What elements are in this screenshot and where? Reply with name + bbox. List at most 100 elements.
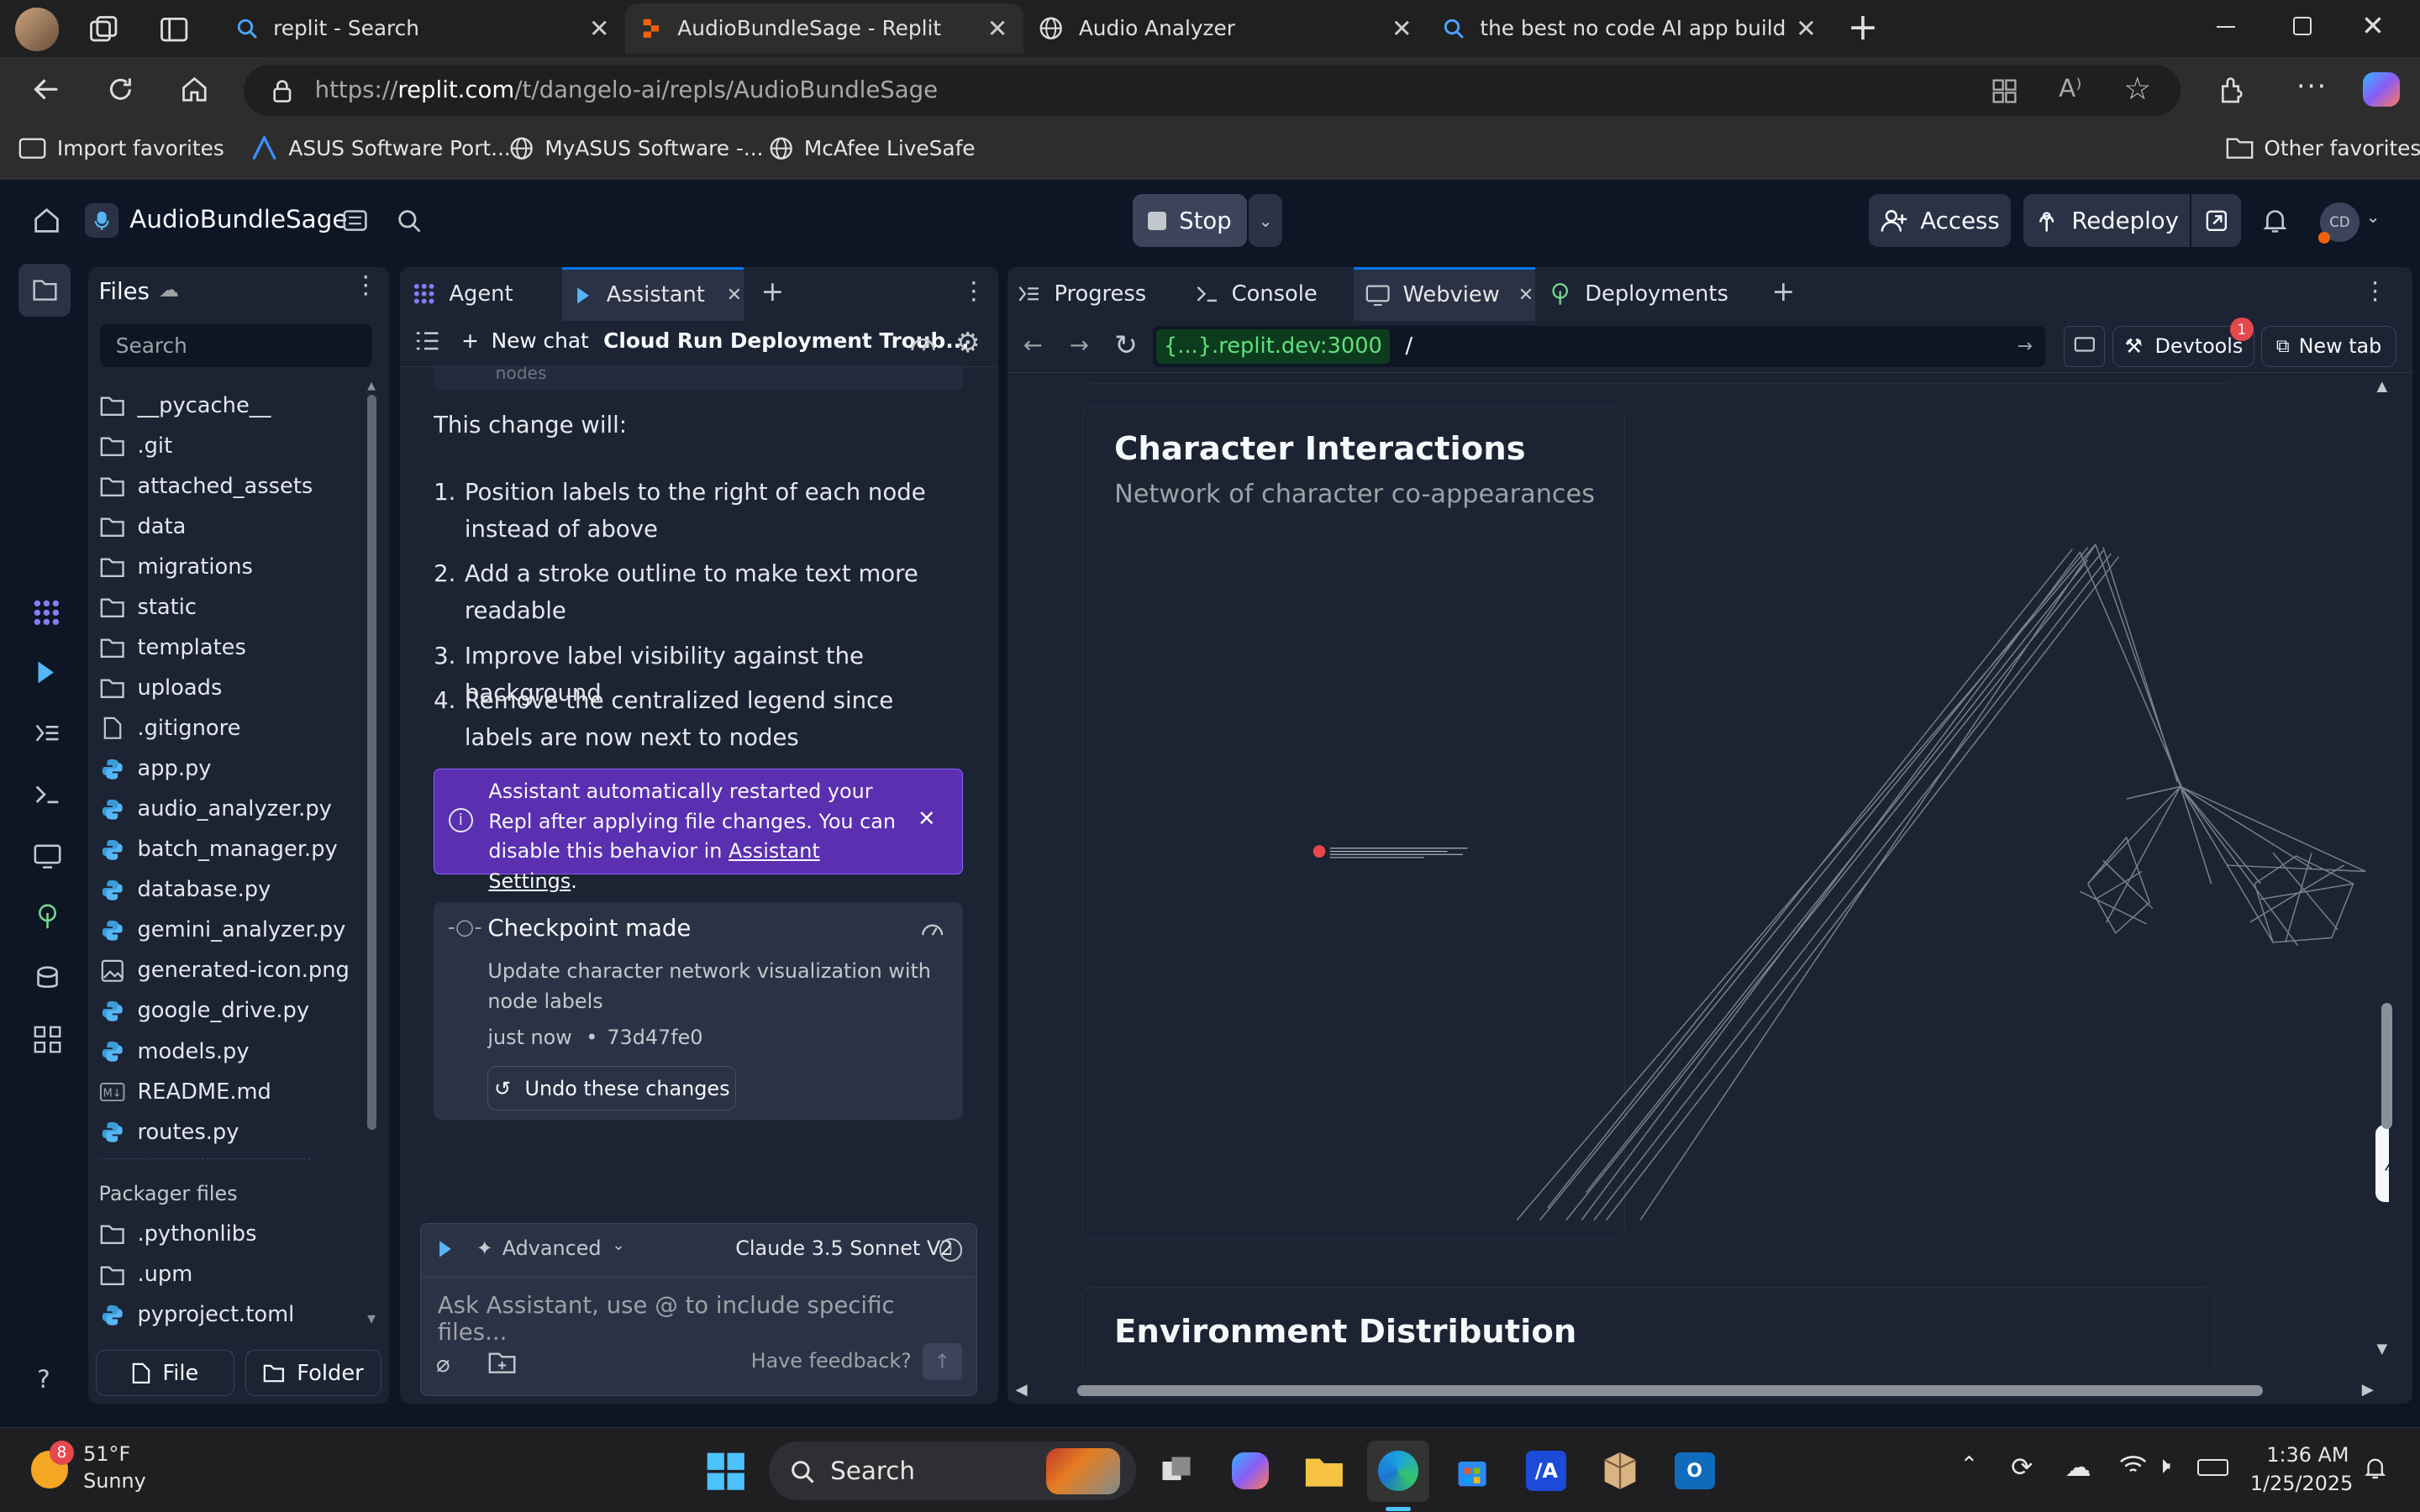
sync-icon[interactable]: ⟳ xyxy=(2011,1452,2033,1483)
file-item[interactable]: batch_manager.py xyxy=(100,831,338,868)
files-menu-icon[interactable]: ⋮ xyxy=(354,272,378,297)
favorite-star-icon[interactable]: ☆ xyxy=(2123,71,2151,107)
volume-icon[interactable]: 🕨 xyxy=(2156,1452,2170,1480)
wifi-icon[interactable] xyxy=(2119,1452,2147,1477)
webview-horizontal-scrollbar[interactable]: ◀ ▶ xyxy=(1016,1381,2374,1399)
access-button[interactable]: Access xyxy=(1869,194,2012,247)
chat-input[interactable]: Ask Assistant, use @ to include specific… xyxy=(438,1292,962,1346)
close-notice-icon[interactable]: ✕ xyxy=(918,806,936,832)
folder-item[interactable]: attached_assets xyxy=(100,468,313,505)
new-tab-plus-icon[interactable]: + xyxy=(1848,8,1879,46)
clock[interactable]: 1:36 AM 1/25/2025 xyxy=(2250,1441,2353,1497)
file-item[interactable]: pyproject.toml xyxy=(100,1296,294,1333)
scrollbar-thumb[interactable] xyxy=(367,395,377,1130)
scroll-left-arrow[interactable]: ◀ xyxy=(1016,1381,1028,1399)
browser-tab-replit-search[interactable]: replit - Search ✕ xyxy=(221,3,625,55)
checkpoint-hash[interactable]: 73d47fe0 xyxy=(607,1026,702,1049)
scroll-down-arrow[interactable]: ▼ xyxy=(2377,1341,2388,1357)
model-selector[interactable]: Claude 3.5 Sonnet V2 xyxy=(735,1236,953,1260)
tab-webview[interactable]: Webview ✕ xyxy=(1353,266,1536,322)
store-icon[interactable] xyxy=(1441,1441,1502,1502)
copilot-icon[interactable] xyxy=(2362,72,2401,107)
webview-tool-icon[interactable] xyxy=(34,844,61,869)
model-info-icon[interactable]: i xyxy=(939,1238,963,1262)
extensions-icon[interactable] xyxy=(2217,74,2248,105)
scroll-up-arrow[interactable]: ▲ xyxy=(367,380,380,392)
files-tool-icon[interactable] xyxy=(18,264,71,317)
minimize-icon[interactable] xyxy=(2216,26,2235,29)
close-tab-icon[interactable]: ✕ xyxy=(1392,14,1413,43)
notification-bell-icon[interactable] xyxy=(2363,1454,2387,1482)
start-windows-icon[interactable] xyxy=(695,1441,756,1502)
favorite-import[interactable]: Import favorites xyxy=(18,136,224,160)
close-tab-icon[interactable]: ✕ xyxy=(1796,14,1817,43)
workspaces-icon[interactable] xyxy=(87,13,120,46)
redeploy-button[interactable]: Redeploy xyxy=(2023,194,2191,247)
add-tab-plus-icon[interactable]: + xyxy=(760,275,784,307)
favorite-asus[interactable]: ASUS Software Port... xyxy=(250,135,511,160)
notifications-bell-icon[interactable] xyxy=(2261,207,2289,234)
settings-gear-icon[interactable]: ⚙ xyxy=(955,326,981,359)
back-arrow-icon[interactable]: ← xyxy=(1023,332,1043,359)
project-name[interactable]: AudioBundleSage xyxy=(129,205,347,234)
send-button[interactable]: ↑ xyxy=(922,1342,963,1380)
folder-item[interactable]: __pycache__ xyxy=(100,387,271,424)
panel-menu-icon[interactable]: ⋮ xyxy=(2363,276,2387,305)
chat-history-icon[interactable] xyxy=(415,330,439,352)
deployments-tool-icon[interactable] xyxy=(34,902,61,930)
chevron-down-icon[interactable]: ⌄ xyxy=(2366,207,2381,227)
progress-tool-icon[interactable] xyxy=(34,721,61,745)
file-item[interactable]: audio_analyzer.py xyxy=(100,790,332,827)
help-icon[interactable]: ? xyxy=(37,1365,50,1394)
folder-item[interactable]: .git xyxy=(100,428,172,465)
folder-item[interactable]: .pythonlibs xyxy=(100,1215,257,1252)
folder-item[interactable]: templates xyxy=(100,629,246,666)
scroll-up-arrow[interactable]: ▲ xyxy=(2377,378,2396,394)
tab-agent[interactable]: Agent xyxy=(412,267,513,321)
onedrive-cloud-icon[interactable]: ☁ xyxy=(2065,1452,2091,1483)
tab-assistant[interactable]: Assistant ✕ xyxy=(561,266,744,322)
browser-tab-no-code[interactable]: the best no code AI app builder - ✕ xyxy=(1428,3,1832,55)
assistant-tool-icon[interactable] xyxy=(34,659,58,686)
tab-console[interactable]: Console xyxy=(1195,267,1318,321)
file-item[interactable]: database.py xyxy=(100,871,271,908)
copilot-app-icon[interactable] xyxy=(1219,1441,1281,1502)
edge-browser-icon[interactable] xyxy=(1367,1440,1429,1503)
open-new-tab-button[interactable]: ⧉ New tab xyxy=(2260,325,2397,368)
folder-item[interactable]: uploads xyxy=(100,669,222,706)
speed-gauge-icon[interactable] xyxy=(920,918,944,938)
favorite-mcafee[interactable]: McAfee LiveSafe xyxy=(769,136,976,160)
file-item[interactable]: generated-icon.png xyxy=(100,952,350,989)
refresh-icon[interactable] xyxy=(105,74,136,105)
add-tab-plus-icon[interactable]: + xyxy=(1772,275,1796,307)
agent-tool-icon[interactable] xyxy=(31,597,62,628)
read-aloud-icon[interactable]: A⁾ xyxy=(2059,74,2081,102)
all-tools-icon[interactable] xyxy=(34,1026,61,1053)
close-tab-icon[interactable]: ✕ xyxy=(987,14,1008,43)
favorite-myasus[interactable]: MyASUS Software -... xyxy=(509,136,764,160)
app-available-icon[interactable] xyxy=(1991,77,2018,105)
close-tab-icon[interactable]: ✕ xyxy=(727,285,742,306)
myasus-app-icon[interactable]: /A xyxy=(1516,1441,1577,1502)
close-tab-icon[interactable]: ✕ xyxy=(589,14,610,43)
other-favorites[interactable]: Other favorites xyxy=(2226,136,2420,160)
file-item[interactable]: .gitignore xyxy=(100,710,240,747)
browser-tab-audio-analyzer[interactable]: Audio Analyzer ✕ xyxy=(1023,3,1428,55)
file-item[interactable]: app.py xyxy=(100,750,212,787)
add-folder-icon[interactable] xyxy=(488,1351,516,1374)
file-item[interactable]: routes.py xyxy=(100,1114,239,1151)
speed-gauge-icon[interactable] xyxy=(909,332,937,354)
mode-selector[interactable]: ✦ Advanced ⌄ xyxy=(476,1236,625,1260)
address-bar[interactable]: https://replit.com/t/dangelo-ai/repls/Au… xyxy=(244,65,2181,116)
new-file-button[interactable]: File xyxy=(95,1350,235,1397)
scroll-down-arrow[interactable]: ▼ xyxy=(367,1313,376,1326)
file-scrollbar-track[interactable]: ▲ xyxy=(367,380,380,1336)
battery-icon[interactable] xyxy=(2197,1458,2229,1476)
database-tool-icon[interactable] xyxy=(34,964,61,992)
home-icon[interactable] xyxy=(33,207,60,234)
search-icon[interactable] xyxy=(397,208,421,233)
folder-item[interactable]: .upm xyxy=(100,1256,192,1293)
file-explorer-icon[interactable] xyxy=(1293,1441,1355,1502)
scroll-right-arrow[interactable]: ▶ xyxy=(2362,1381,2374,1399)
new-chat-button[interactable]: + New chat xyxy=(461,328,589,353)
